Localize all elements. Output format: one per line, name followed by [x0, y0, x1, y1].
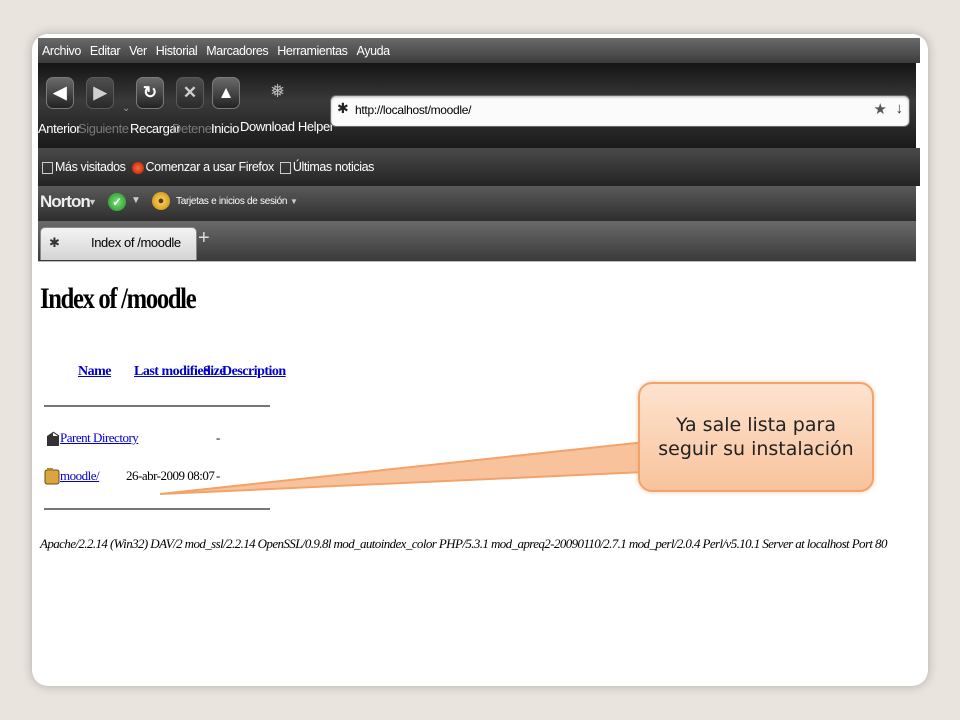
history-dropdown-icon[interactable]: ⌄ [122, 103, 130, 114]
folder-icon[interactable] [44, 467, 60, 485]
download-helper-icon[interactable]: ❅ [270, 81, 285, 102]
navigation-toolbar: ◀ Anterior ▶ Siguiente ⌄ ↻ Recargar ✕ De… [38, 63, 916, 148]
table-header-divider [44, 405, 270, 407]
rss-icon [279, 161, 291, 174]
norton-safe-dropdown-icon[interactable]: ▼ [131, 195, 141, 206]
bookmarks-toolbar: Más visitados Comenzar a usar Firefox Úl… [38, 148, 920, 186]
column-description-link[interactable]: Description [222, 364, 286, 380]
moodle-folder-link[interactable]: moodle/ [60, 468, 100, 484]
bookmark-label: Más visitados [55, 160, 126, 174]
tab-title: Index of /moodle [91, 235, 181, 250]
forward-arrow-icon: ▶ [93, 83, 107, 102]
home-icon: ▲ [217, 83, 235, 102]
menu-historial[interactable]: Historial [156, 44, 198, 58]
menu-editar[interactable]: Editar [90, 44, 121, 58]
tab-index-of-moodle[interactable]: ✱ Index of /moodle [40, 227, 197, 260]
menu-archivo[interactable]: Archivo [42, 44, 81, 58]
norton-safe-check-icon[interactable]: ✓ [108, 193, 126, 211]
stop-x-icon: ✕ [182, 83, 198, 102]
norton-dropdown-icon[interactable]: ▼ [88, 197, 97, 207]
home-label: Inicio [211, 121, 239, 136]
browser-window: Archivo Editar Ver Historial Marcadores … [38, 38, 920, 262]
menu-herramientas[interactable]: Herramientas [277, 44, 348, 58]
tab-bar: ✱ Index of /moodle + [38, 221, 916, 262]
column-name-link[interactable]: Name [78, 364, 112, 380]
menu-bar: Archivo Editar Ver Historial Marcadores … [38, 38, 920, 63]
page-icon [42, 161, 53, 174]
back-arrow-icon: ◀ [53, 83, 67, 102]
url-bar[interactable]: ✱ http://localhost/moodle/ ★ ↓ [330, 95, 910, 127]
moodle-folder-date: 26-abr-2009 08:07 [126, 468, 215, 483]
norton-identity-lock-icon[interactable]: ● [152, 192, 170, 210]
menu-ver[interactable]: Ver [129, 44, 147, 58]
go-arrow-icon[interactable]: ↓ [896, 100, 904, 117]
slide-card: Archivo Editar Ver Historial Marcadores … [32, 34, 928, 686]
stop-label: Detener [172, 121, 216, 136]
site-identity-icon[interactable]: ✱ [337, 100, 349, 117]
norton-cards-dropdown-icon[interactable]: ▼ [290, 197, 298, 206]
norton-logo[interactable]: Norton [40, 192, 91, 212]
parent-directory-size: - [216, 430, 221, 445]
page-title: Index of /moodle [40, 282, 197, 315]
bookmark-getting-started[interactable]: Comenzar a usar Firefox [131, 160, 275, 174]
bookmark-latest-headlines[interactable]: Últimas noticias [279, 160, 375, 174]
bookmark-most-visited[interactable]: Más visitados [42, 160, 126, 174]
forward-button[interactable]: ▶ [86, 77, 114, 109]
back-button[interactable]: ◀ [46, 77, 74, 109]
tab-favicon-icon: ✱ [49, 235, 60, 250]
menu-ayuda[interactable]: Ayuda [357, 44, 391, 58]
moodle-folder-size: - [216, 468, 221, 483]
column-last-modified-link[interactable]: Last modified [134, 364, 211, 380]
norton-toolbar: Norton ▼ ✓ ▼ ● Tarjetas e inicios de ses… [38, 186, 916, 221]
server-signature: Apache/2.2.14 (Win32) DAV/2 mod_ssl/2.2.… [40, 536, 887, 551]
back-folder-icon[interactable] [45, 430, 61, 448]
menu-marcadores[interactable]: Marcadores [206, 44, 268, 58]
annotation-callout: Ya sale lista para seguir su instalación [638, 382, 874, 492]
bookmark-label: Últimas noticias [292, 160, 375, 174]
reload-icon: ↻ [142, 83, 158, 102]
forward-label: Siguiente [78, 121, 129, 136]
url-input[interactable]: http://localhost/moodle/ [355, 103, 472, 117]
firefox-icon [131, 161, 144, 174]
new-tab-button[interactable]: + [198, 227, 210, 250]
bookmark-star-icon[interactable]: ★ [874, 100, 887, 118]
download-helper-label[interactable]: Download Helper [240, 119, 334, 134]
callout-text: Ya sale lista para seguir su instalación [658, 414, 854, 460]
norton-cards-label[interactable]: Tarjetas e inicios de sesión [176, 196, 287, 207]
home-button[interactable]: ▲ [212, 77, 240, 109]
bookmark-label: Comenzar a usar Firefox [145, 160, 275, 174]
reload-button[interactable]: ↻ [136, 77, 164, 109]
back-label: Anterior [38, 121, 81, 136]
stop-button[interactable]: ✕ [176, 77, 204, 109]
parent-directory-link[interactable]: Parent Directory [60, 430, 139, 446]
table-footer-divider [44, 508, 270, 510]
